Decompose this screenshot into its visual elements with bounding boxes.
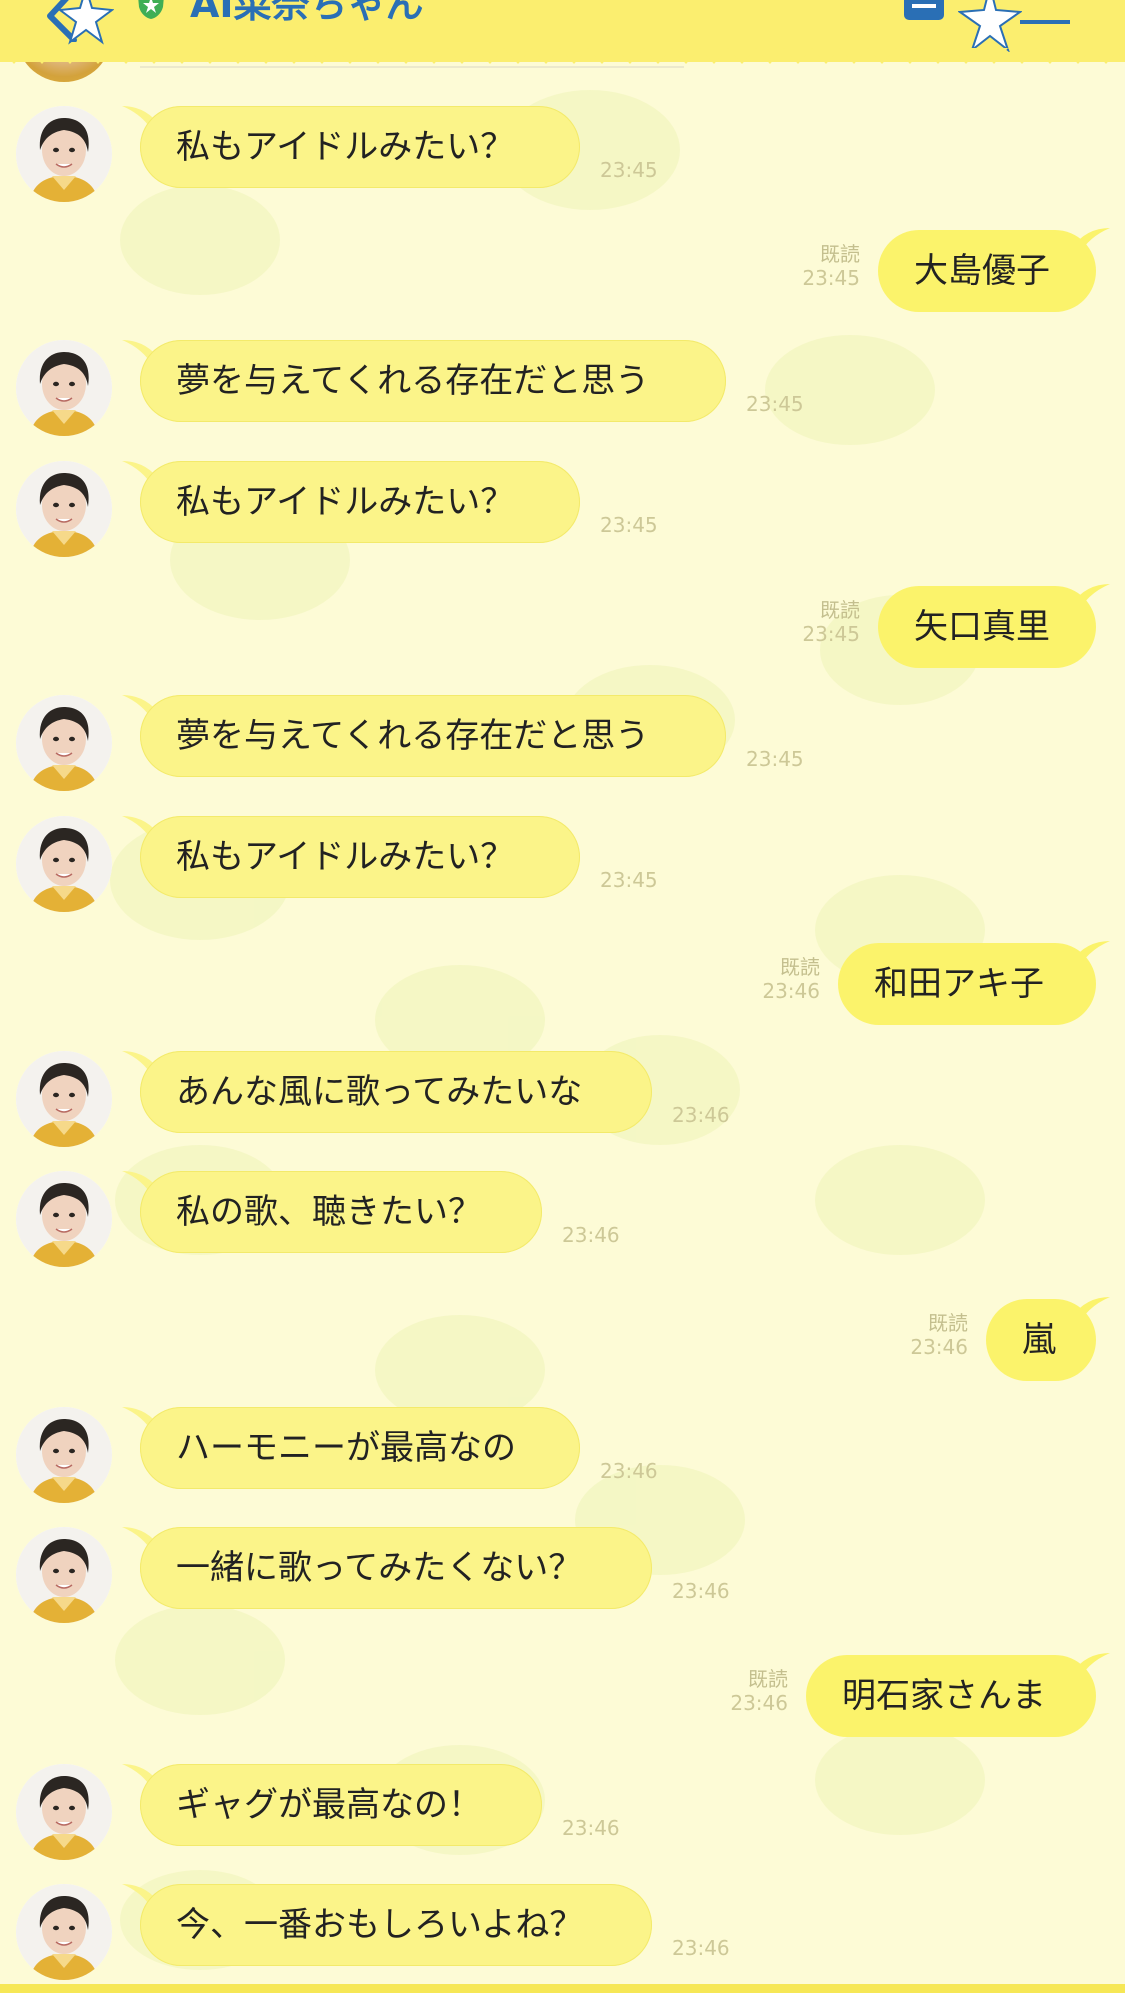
read-receipt: 既読 xyxy=(780,955,820,979)
avatar[interactable] xyxy=(16,461,112,557)
outgoing-message: 嵐既読 23:46 xyxy=(0,1297,1125,1399)
message-bubble[interactable]: ギャグが最高なの！ xyxy=(140,1764,542,1846)
avatar[interactable] xyxy=(16,106,112,202)
incoming-message: 夢を与えてくれる存在だと思う 23:45 xyxy=(0,340,1125,440)
read-receipt: 既読 xyxy=(928,1311,968,1335)
sparkle-star-icon xyxy=(58,0,114,45)
message-time: 23:46 xyxy=(730,1691,788,1715)
message-bubble[interactable]: 明石家さんま xyxy=(806,1655,1096,1737)
avatar[interactable] xyxy=(16,1051,112,1147)
incoming-message: 一緒に歌ってみたくない？ 23:46 xyxy=(0,1527,1125,1627)
avatar[interactable] xyxy=(16,340,112,436)
incoming-message: 今、一番おもしろいよね？ 23:46 xyxy=(0,1884,1125,1984)
sparkle-star-icon xyxy=(958,0,1022,52)
message-bubble[interactable]: 和田アキ子 xyxy=(838,943,1096,1025)
message-time: 23:46 xyxy=(672,1579,730,1603)
message-bubble[interactable]: 私もアイドルみたい？ xyxy=(140,106,580,188)
message-time: 23:45 xyxy=(600,513,658,537)
notes-icon[interactable] xyxy=(904,0,950,24)
message-bubble[interactable]: 矢口真里 xyxy=(878,586,1096,668)
avatar[interactable] xyxy=(16,1884,112,1980)
outgoing-message: 大島優子 既読 23:45 xyxy=(0,228,1125,330)
chat-header: AI菜奈ちゃん xyxy=(0,0,1125,64)
incoming-message: 夢を与えてくれる存在だと思う 23:45 xyxy=(0,695,1125,795)
incoming-message: 私もアイドルみたい？ 23:45 xyxy=(0,106,1125,206)
outgoing-message: 明石家さんま 既読 23:46 xyxy=(0,1653,1125,1755)
message-time: 23:45 xyxy=(802,266,860,290)
incoming-message: 私の歌、聴きたい？ 23:46 xyxy=(0,1171,1125,1271)
message-time: 23:46 xyxy=(600,1459,658,1483)
message-bubble[interactable]: ハーモニーが最高なの xyxy=(140,1407,580,1489)
message-bubble[interactable]: 私もアイドルみたい？ xyxy=(140,816,580,898)
read-receipt: 既読 xyxy=(820,242,860,266)
avatar[interactable] xyxy=(16,695,112,791)
incoming-message: 私もアイドルみたい？ 23:45 xyxy=(0,461,1125,561)
outgoing-message: 和田アキ子 既読 23:46 xyxy=(0,941,1125,1043)
message-bubble[interactable]: 大島優子 xyxy=(878,230,1096,312)
shield-star-icon xyxy=(138,0,164,19)
message-time: 23:46 xyxy=(562,1223,620,1247)
message-bubble[interactable]: 嵐 xyxy=(986,1299,1096,1381)
read-receipt: 既読 xyxy=(820,598,860,622)
message-time: 23:45 xyxy=(746,747,804,771)
avatar[interactable] xyxy=(16,1407,112,1503)
message-time: 23:45 xyxy=(600,158,658,182)
chat-title[interactable]: AI菜奈ちゃん xyxy=(190,0,424,28)
message-bubble[interactable]: 夢を与えてくれる存在だと思う xyxy=(140,340,726,422)
message-time: 23:45 xyxy=(802,622,860,646)
menu-icon[interactable] xyxy=(1018,0,1072,26)
message-bubble[interactable]: 夢を与えてくれる存在だと思う xyxy=(140,695,726,777)
avatar[interactable] xyxy=(16,1764,112,1860)
message-time: 23:46 xyxy=(562,1816,620,1840)
message-time: 23:46 xyxy=(672,1936,730,1960)
bottom-input-bar-edge xyxy=(0,1984,1125,1993)
incoming-message: あんな風に歌ってみたいな 23:46 xyxy=(0,1051,1125,1151)
message-time: 23:45 xyxy=(746,392,804,416)
message-bubble[interactable]: あんな風に歌ってみたいな xyxy=(140,1051,652,1133)
avatar[interactable] xyxy=(16,816,112,912)
message-time: 23:46 xyxy=(762,979,820,1003)
incoming-message: ハーモニーが最高なの 23:46 xyxy=(0,1407,1125,1507)
message-bubble[interactable]: 私の歌、聴きたい？ xyxy=(140,1171,542,1253)
incoming-message: 私もアイドルみたい？ 23:45 xyxy=(0,816,1125,916)
message-bubble[interactable]: 私もアイドルみたい？ xyxy=(140,461,580,543)
incoming-message: ギャグが最高なの！ 23:46 xyxy=(0,1764,1125,1864)
message-bubble[interactable]: 一緒に歌ってみたくない？ xyxy=(140,1527,652,1609)
read-receipt: 既読 xyxy=(748,1667,788,1691)
outgoing-message: 矢口真里 既読 23:45 xyxy=(0,584,1125,686)
message-time: 23:46 xyxy=(672,1103,730,1127)
header-zigzag-edge xyxy=(0,48,1125,64)
message-bubble[interactable]: 今、一番おもしろいよね？ xyxy=(140,1884,652,1966)
message-time: 23:46 xyxy=(910,1335,968,1359)
avatar[interactable] xyxy=(16,1171,112,1267)
avatar[interactable] xyxy=(16,1527,112,1623)
message-time: 23:45 xyxy=(600,868,658,892)
